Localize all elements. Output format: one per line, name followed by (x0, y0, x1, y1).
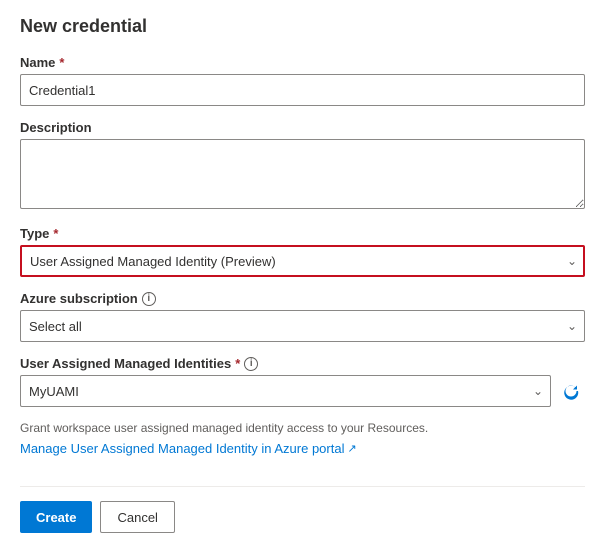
cancel-button[interactable]: Cancel (100, 501, 174, 533)
name-required-star: * (59, 55, 64, 70)
uami-dropdown-row: MyUAMI ⌄ (20, 375, 585, 407)
description-label: Description (20, 120, 585, 135)
page-title: New credential (20, 16, 585, 37)
type-label: Type* (20, 226, 585, 241)
type-dropdown-wrapper: User Assigned Managed Identity (Preview)… (20, 245, 585, 277)
azure-sub-dropdown-wrapper: Select all ⌄ (20, 310, 585, 342)
uami-info-icon[interactable]: i (244, 357, 258, 371)
type-group: Type* User Assigned Managed Identity (Pr… (20, 226, 585, 277)
footer-divider (20, 486, 585, 487)
name-label: Name* (20, 55, 585, 70)
refresh-icon (562, 382, 580, 400)
azure-sub-label: Azure subscription i (20, 291, 585, 306)
azure-sub-info-icon[interactable]: i (142, 292, 156, 306)
type-dropdown[interactable]: User Assigned Managed Identity (Preview) (20, 245, 585, 277)
uami-refresh-button[interactable] (557, 375, 585, 407)
external-link-icon: ↗ (347, 442, 356, 455)
manage-uami-link[interactable]: Manage User Assigned Managed Identity in… (20, 441, 357, 456)
create-button[interactable]: Create (20, 501, 92, 533)
azure-sub-group: Azure subscription i Select all ⌄ (20, 291, 585, 342)
name-group: Name* (20, 55, 585, 106)
name-input[interactable] (20, 74, 585, 106)
description-textarea[interactable] (20, 139, 585, 209)
uami-required-star: * (235, 356, 240, 371)
uami-group: User Assigned Managed Identities* i MyUA… (20, 356, 585, 407)
azure-sub-dropdown[interactable]: Select all (20, 310, 585, 342)
info-text: Grant workspace user assigned managed id… (20, 421, 585, 435)
type-required-star: * (53, 226, 58, 241)
uami-dropdown[interactable]: MyUAMI (20, 375, 551, 407)
footer-actions: Create Cancel (20, 501, 585, 533)
uami-dropdown-wrapper: MyUAMI ⌄ (20, 375, 551, 407)
uami-label: User Assigned Managed Identities* i (20, 356, 585, 371)
description-group: Description (20, 120, 585, 212)
